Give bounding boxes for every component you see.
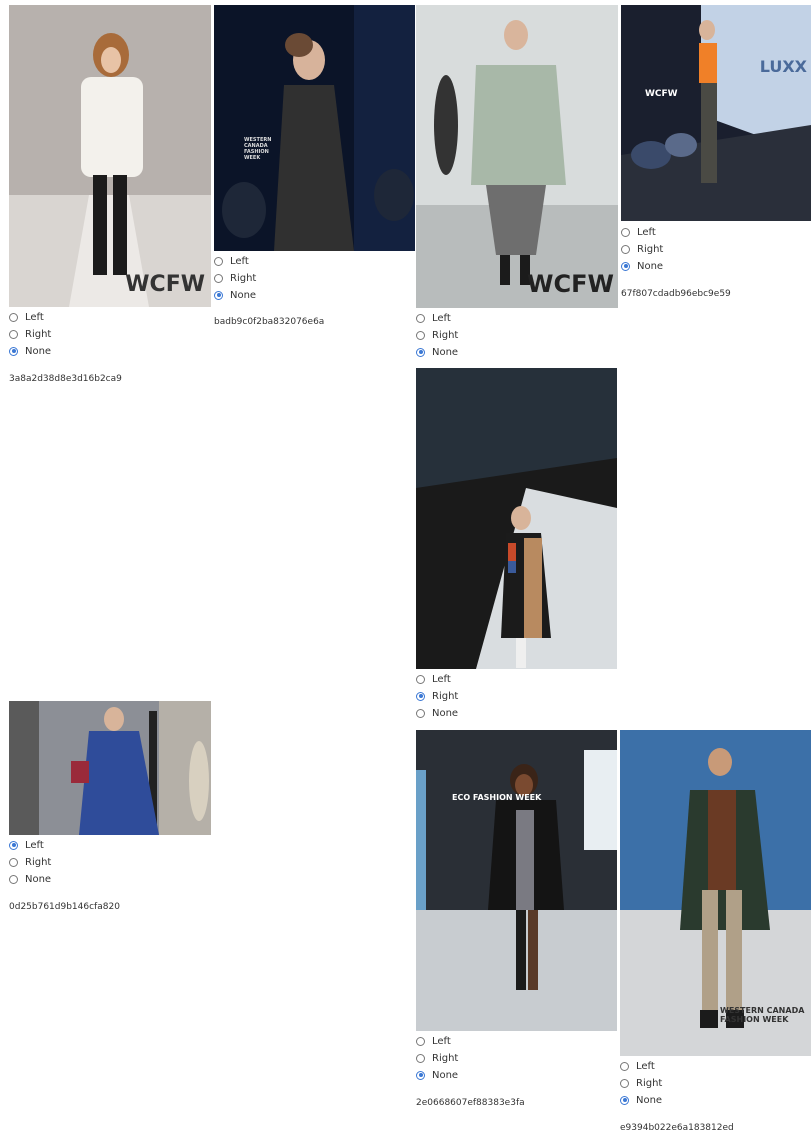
radio-label-left: Left — [636, 1060, 655, 1072]
radio-left[interactable]: Left — [416, 671, 451, 687]
radio-left[interactable]: Left — [9, 837, 44, 853]
image-id: 3a8a2d38d8e3d16b2ca9 — [9, 374, 122, 384]
radio-circle[interactable] — [214, 256, 223, 266]
radio-label-left: Left — [432, 673, 451, 685]
radio-label-none: None — [25, 345, 52, 357]
radio-none[interactable]: None — [9, 871, 51, 887]
radio-circle[interactable] — [416, 674, 425, 684]
watermark-text: WESTERN CANADA FASHION WEEK — [720, 1006, 805, 1024]
radio-label-right: Right — [432, 1052, 459, 1064]
runway-photo — [416, 368, 617, 669]
radio-left[interactable]: Left — [621, 224, 656, 240]
radio-circle-selected[interactable] — [9, 840, 18, 850]
radio-none[interactable]: None — [214, 287, 256, 303]
watermark-text: WCFW — [125, 272, 205, 297]
radio-label-right: Right — [432, 690, 459, 702]
radio-circle-selected[interactable] — [416, 1070, 425, 1080]
radio-circle[interactable] — [621, 244, 630, 254]
runway-photo: WCFW — [9, 5, 211, 307]
radio-circle[interactable] — [214, 273, 223, 283]
runway-photo: ECO FASHION WEEK — [416, 730, 617, 1031]
radio-right[interactable]: Right — [416, 1050, 458, 1066]
radio-circle-selected[interactable] — [621, 261, 630, 271]
runway-photo: WCFW — [416, 5, 618, 308]
watermark-text: WCFW — [645, 89, 678, 99]
radio-circle-selected[interactable] — [214, 290, 223, 300]
radio-label-right: Right — [25, 328, 52, 340]
radio-circle[interactable] — [9, 329, 18, 339]
watermark-text: ECO FASHION WEEK — [452, 793, 542, 802]
radio-none[interactable]: None — [416, 1067, 458, 1083]
street-photo — [9, 701, 211, 835]
radio-left[interactable]: Left — [214, 253, 249, 269]
radio-circle[interactable] — [9, 874, 18, 884]
radio-circle[interactable] — [9, 857, 18, 867]
radio-none[interactable]: None — [620, 1092, 662, 1108]
watermark-text: WCFW — [527, 270, 614, 298]
watermark-text: WESTERN CANADA FASHION WEEK — [244, 137, 272, 161]
radio-left[interactable]: Left — [620, 1058, 655, 1074]
radio-circle-selected[interactable] — [9, 346, 18, 356]
radio-right[interactable]: Right — [416, 688, 458, 704]
radio-label-right: Right — [637, 243, 664, 255]
radio-label-left: Left — [432, 312, 451, 324]
radio-right[interactable]: Right — [214, 270, 256, 286]
runway-photo: WCFW LUXX — [621, 5, 811, 221]
radio-label-none: None — [636, 1094, 663, 1106]
radio-label-none: None — [432, 707, 459, 719]
image-id: 2e0668607ef88383e3fa — [416, 1098, 525, 1108]
radio-circle[interactable] — [416, 313, 425, 323]
runway-photo: WESTERN CANADA FASHION WEEK — [214, 5, 415, 251]
image-id: 67f807cdadb96ebc9e59 — [621, 289, 731, 299]
radio-label-none: None — [230, 289, 257, 301]
radio-right[interactable]: Right — [620, 1075, 662, 1091]
radio-label-left: Left — [432, 1035, 451, 1047]
radio-none[interactable]: None — [621, 258, 663, 274]
radio-left[interactable]: Left — [416, 1033, 451, 1049]
radio-circle-selected[interactable] — [416, 347, 425, 357]
image-id: e9394b022e6a183812ed — [620, 1123, 734, 1133]
radio-right[interactable]: Right — [416, 327, 458, 343]
radio-label-none: None — [432, 1069, 459, 1081]
radio-circle-selected[interactable] — [416, 691, 425, 701]
watermark-text: LUXX — [759, 57, 807, 76]
runway-photo: WESTERN CANADA FASHION WEEK — [620, 730, 811, 1056]
radio-right[interactable]: Right — [621, 241, 663, 257]
radio-left[interactable]: Left — [9, 309, 44, 325]
image-id: 0d25b761d9b146cfa820 — [9, 902, 120, 912]
radio-circle-selected[interactable] — [620, 1095, 629, 1105]
radio-circle[interactable] — [620, 1061, 629, 1071]
radio-right[interactable]: Right — [9, 326, 51, 342]
radio-circle[interactable] — [416, 708, 425, 718]
radio-label-left: Left — [637, 226, 656, 238]
radio-circle[interactable] — [416, 1053, 425, 1063]
radio-label-none: None — [25, 873, 52, 885]
radio-label-right: Right — [230, 272, 257, 284]
radio-label-right: Right — [25, 856, 52, 868]
radio-label-right: Right — [636, 1077, 663, 1089]
radio-label-none: None — [432, 346, 459, 358]
radio-none[interactable]: None — [416, 705, 458, 721]
radio-none[interactable]: None — [416, 344, 458, 360]
image-id: badb9c0f2ba832076e6a — [214, 317, 325, 327]
radio-label-left: Left — [230, 255, 249, 267]
radio-circle[interactable] — [621, 227, 630, 237]
radio-label-none: None — [637, 260, 664, 272]
radio-circle[interactable] — [416, 330, 425, 340]
radio-right[interactable]: Right — [9, 854, 51, 870]
radio-circle[interactable] — [620, 1078, 629, 1088]
radio-label-left: Left — [25, 311, 44, 323]
radio-circle[interactable] — [416, 1036, 425, 1046]
radio-label-left: Left — [25, 839, 44, 851]
radio-left[interactable]: Left — [416, 310, 451, 326]
radio-circle[interactable] — [9, 312, 18, 322]
radio-none[interactable]: None — [9, 343, 51, 359]
radio-label-right: Right — [432, 329, 459, 341]
